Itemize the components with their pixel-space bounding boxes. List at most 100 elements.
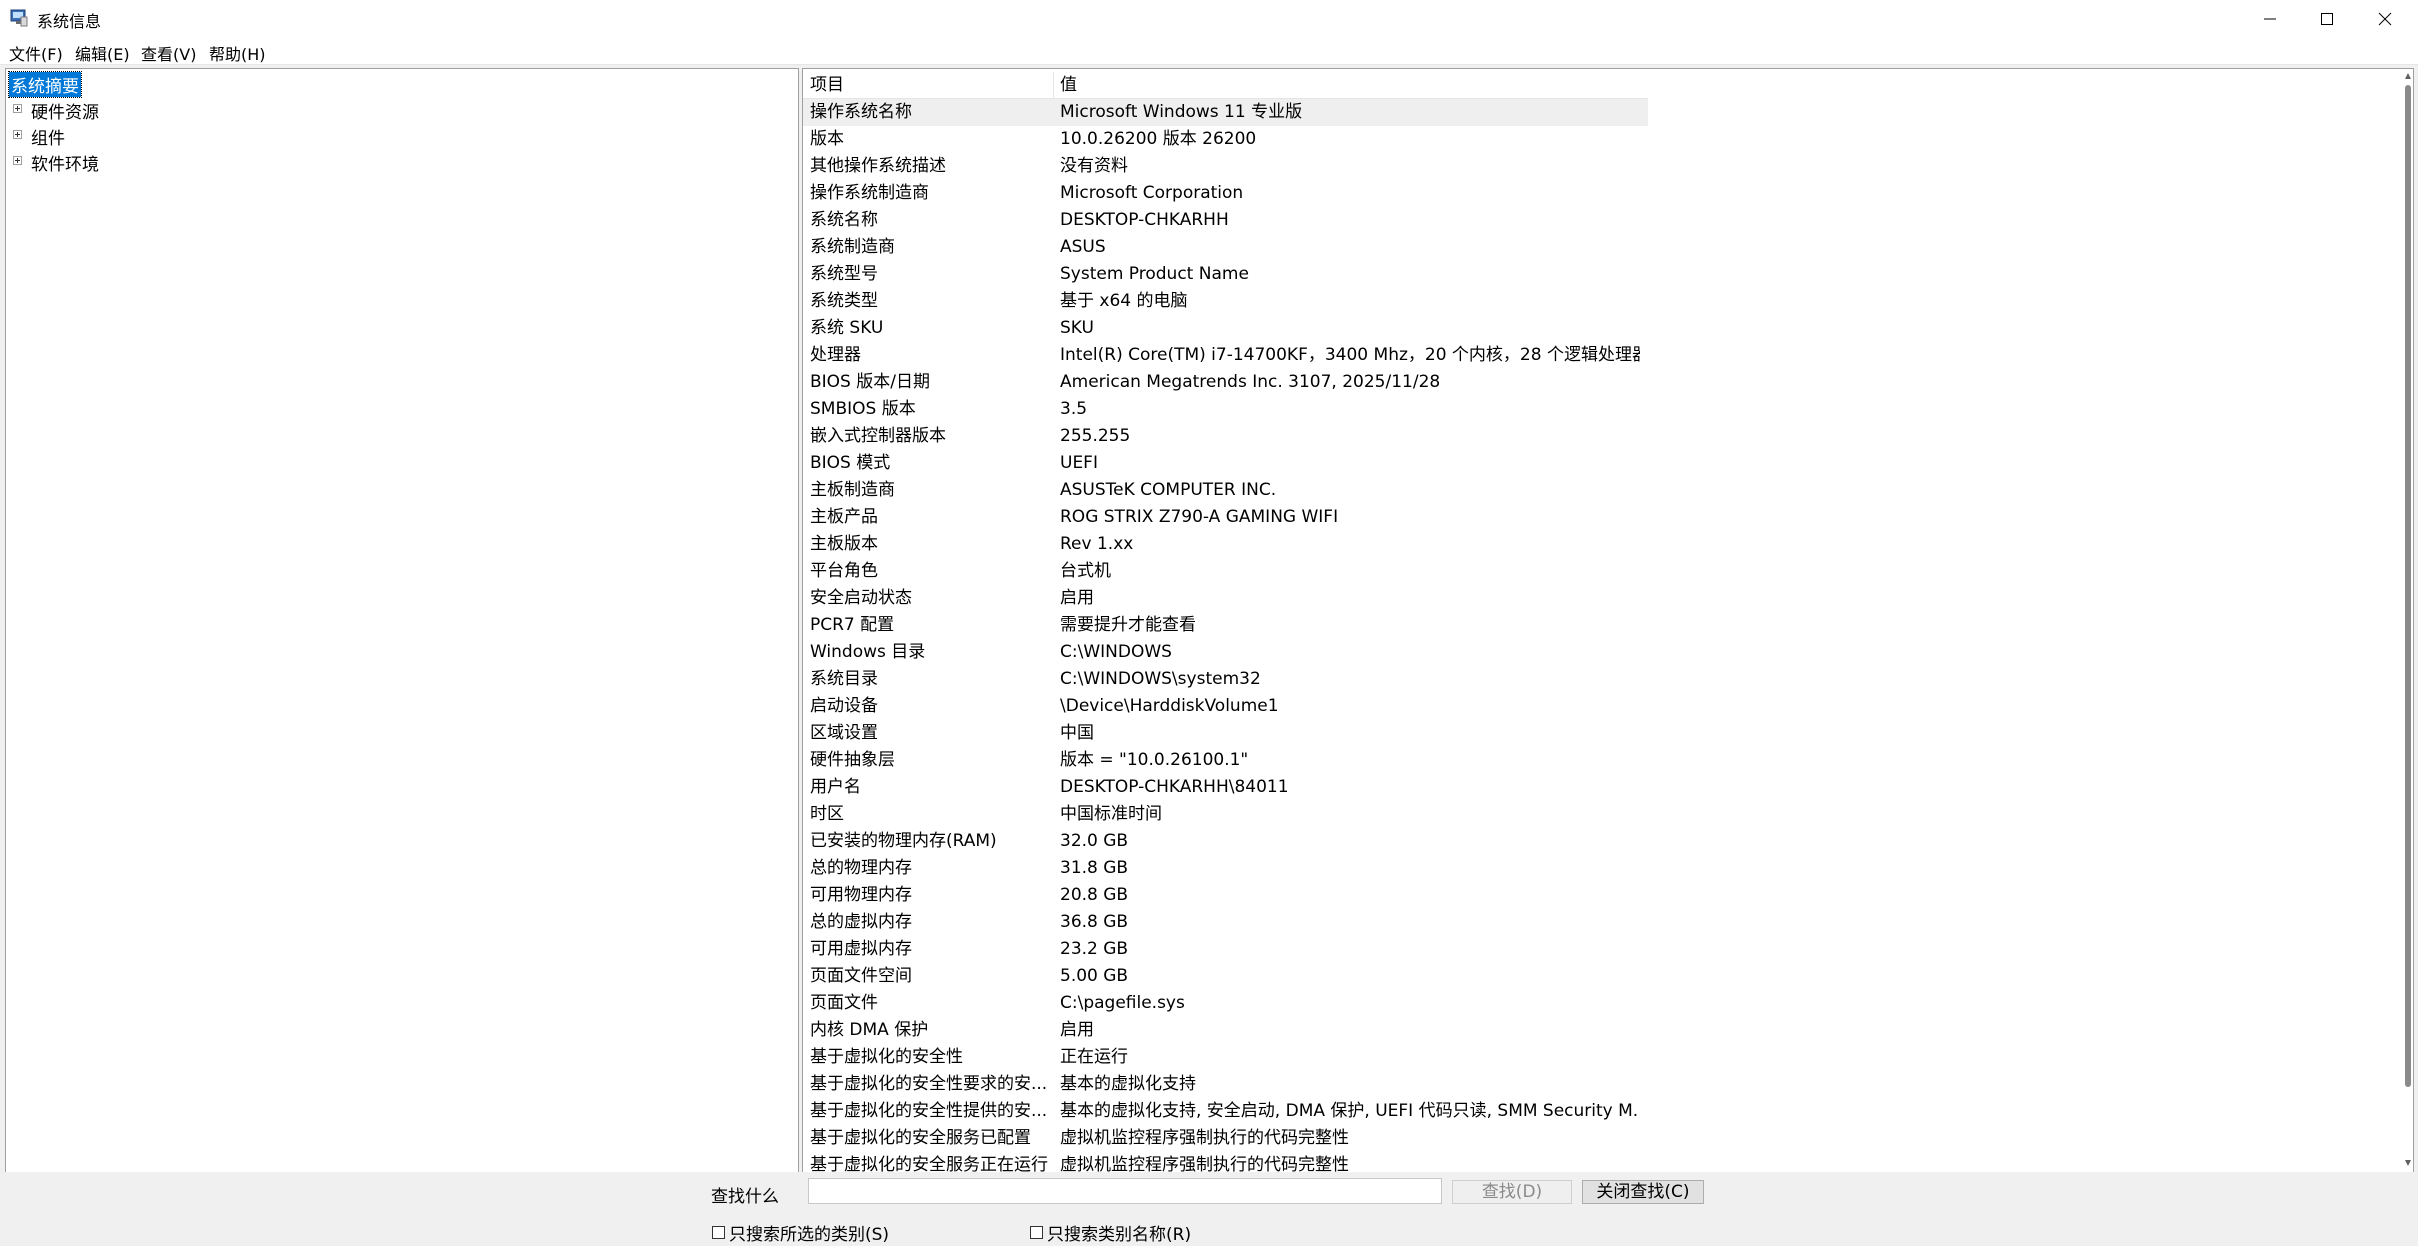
- row-item-cell: 基于虚拟化的安全性提供的安...: [810, 1101, 1048, 1121]
- table-row[interactable]: 已安装的物理内存(RAM) 32.0 GB: [803, 828, 1648, 855]
- find-bar: 查找什么 查找(D) 关闭查找(C) 只搜索所选的类别(S) 只搜索类别名称(R…: [0, 1172, 2418, 1246]
- row-value-cell: 正在运行: [1060, 1047, 1128, 1067]
- table-row[interactable]: 基于虚拟化的安全服务正在运行 虚拟机监控程序强制执行的代码完整性: [803, 1152, 1648, 1173]
- category-tree[interactable]: 系统摘要 硬件资源 组件 软件环境: [5, 68, 799, 1173]
- table-row[interactable]: 时区 中国标准时间: [803, 801, 1648, 828]
- row-item-cell: 页面文件空间: [810, 966, 912, 986]
- table-row[interactable]: 操作系统名称 Microsoft Windows 11 专业版: [803, 99, 1648, 126]
- row-value-cell: 3.5: [1060, 399, 1088, 419]
- table-row[interactable]: Windows 目录 C:\WINDOWS: [803, 639, 1648, 666]
- column-divider[interactable]: [1053, 72, 1054, 98]
- table-row[interactable]: 主板制造商 ASUSTeK COMPUTER INC.: [803, 477, 1648, 504]
- table-row[interactable]: 总的物理内存 31.8 GB: [803, 855, 1648, 882]
- table-row[interactable]: 总的虚拟内存 36.8 GB: [803, 909, 1648, 936]
- row-item-cell: 嵌入式控制器版本: [810, 426, 946, 446]
- tree-node-software-environment[interactable]: 软件环境: [6, 149, 796, 175]
- table-row[interactable]: 页面文件空间 5.00 GB: [803, 963, 1648, 990]
- column-header-item[interactable]: 项目: [810, 72, 844, 98]
- menu-edit[interactable]: 编辑(E): [75, 41, 130, 65]
- minimize-button[interactable]: [2242, 0, 2298, 38]
- row-item-cell: SMBIOS 版本: [810, 399, 916, 419]
- table-row[interactable]: 其他操作系统描述 没有资料: [803, 153, 1648, 180]
- table-row[interactable]: BIOS 版本/日期 American Megatrends Inc. 3107,…: [803, 369, 1648, 396]
- table-row[interactable]: 基于虚拟化的安全性要求的安... 基本的虚拟化支持: [803, 1071, 1648, 1098]
- row-value-cell: C:\WINDOWS\system32: [1060, 669, 1261, 689]
- table-row[interactable]: 系统制造商 ASUS: [803, 234, 1648, 261]
- search-category-names-checkbox[interactable]: [1030, 1226, 1043, 1239]
- table-row[interactable]: 主板产品 ROG STRIX Z790-A GAMING WIFI: [803, 504, 1648, 531]
- expand-plus-icon[interactable]: [13, 130, 22, 139]
- row-value-cell: 32.0 GB: [1060, 831, 1129, 851]
- table-row[interactable]: 主板版本 Rev 1.xx: [803, 531, 1648, 558]
- table-row[interactable]: 系统名称 DESKTOP-CHKARHH: [803, 207, 1648, 234]
- table-row[interactable]: 内核 DMA 保护 启用: [803, 1017, 1648, 1044]
- menu-help[interactable]: 帮助(H): [209, 41, 266, 65]
- table-row[interactable]: 操作系统制造商 Microsoft Corporation: [803, 180, 1648, 207]
- row-value-cell: 台式机: [1060, 561, 1111, 581]
- system-info-app-icon: [10, 9, 28, 27]
- row-value-cell: Intel(R) Core(TM) i7-14700KF，3400 Mhz，20…: [1060, 345, 1640, 365]
- table-row[interactable]: 系统类型 基于 x64 的电脑: [803, 288, 1648, 315]
- row-item-cell: 基于虚拟化的安全性要求的安...: [810, 1074, 1048, 1094]
- table-row[interactable]: 系统 SKU SKU: [803, 315, 1648, 342]
- row-item-cell: 已安装的物理内存(RAM): [810, 831, 997, 851]
- row-value-cell: ASUS: [1060, 237, 1106, 257]
- table-row[interactable]: 系统型号 System Product Name: [803, 261, 1648, 288]
- table-row[interactable]: PCR7 配置 需要提升才能查看: [803, 612, 1648, 639]
- menu-file[interactable]: 文件(F): [9, 41, 63, 65]
- search-selected-category-checkbox[interactable]: [712, 1226, 725, 1239]
- search-selected-category-label: 只搜索所选的类别(S): [729, 1225, 890, 1245]
- menu-bar: 文件(F) 编辑(E) 查看(V) 帮助(H): [0, 38, 2418, 65]
- search-category-names-option[interactable]: 只搜索类别名称(R): [1030, 1220, 1191, 1245]
- table-row[interactable]: SMBIOS 版本 3.5: [803, 396, 1648, 423]
- find-button[interactable]: 查找(D): [1452, 1180, 1572, 1204]
- row-value-cell: C:\WINDOWS: [1060, 642, 1172, 662]
- vertical-scrollbar-thumb[interactable]: [2405, 85, 2411, 1087]
- tree-node-hardware-resources[interactable]: 硬件资源: [6, 97, 796, 123]
- close-button[interactable]: [2357, 0, 2413, 38]
- scroll-up-arrow-icon[interactable]: [2404, 71, 2412, 81]
- row-item-cell: 主板产品: [810, 507, 878, 527]
- tree-node-label: 软件环境: [31, 154, 99, 175]
- table-row[interactable]: 处理器 Intel(R) Core(TM) i7-14700KF，3400 Mhz…: [803, 342, 1648, 369]
- table-row[interactable]: BIOS 模式 UEFI: [803, 450, 1648, 477]
- table-row[interactable]: 系统目录 C:\WINDOWS\system32: [803, 666, 1648, 693]
- table-row[interactable]: 页面文件 C:\pagefile.sys: [803, 990, 1648, 1017]
- find-what-label: 查找什么: [711, 1187, 779, 1207]
- maximize-button[interactable]: [2299, 0, 2355, 38]
- table-row[interactable]: 区域设置 中国: [803, 720, 1648, 747]
- menu-view[interactable]: 查看(V): [141, 41, 196, 65]
- row-item-cell: 系统目录: [810, 669, 878, 689]
- tree-node-label: 系统摘要: [8, 70, 82, 98]
- tree-node-system-summary[interactable]: 系统摘要: [6, 70, 796, 98]
- row-item-cell: 启动设备: [810, 696, 878, 716]
- expand-plus-icon[interactable]: [13, 104, 22, 113]
- find-what-input[interactable]: [808, 1178, 1442, 1204]
- details-list[interactable]: 项目 值 操作系统名称 Microsoft Windows 11 专业版 版本 10.…: [802, 68, 2414, 1173]
- scroll-down-arrow-icon[interactable]: [2404, 1158, 2412, 1168]
- row-value-cell: 需要提升才能查看: [1060, 615, 1196, 635]
- row-value-cell: 虚拟机监控程序强制执行的代码完整性: [1060, 1128, 1349, 1148]
- table-row[interactable]: 可用物理内存 20.8 GB: [803, 882, 1648, 909]
- row-value-cell: 虚拟机监控程序强制执行的代码完整性: [1060, 1155, 1349, 1173]
- table-row[interactable]: 硬件抽象层 版本 = "10.0.26100.1": [803, 747, 1648, 774]
- table-row[interactable]: 可用虚拟内存 23.2 GB: [803, 936, 1648, 963]
- table-row[interactable]: 安全启动状态 启用: [803, 585, 1648, 612]
- table-row[interactable]: 基于虚拟化的安全性提供的安... 基本的虚拟化支持, 安全启动, DMA 保护, …: [803, 1098, 1648, 1125]
- tree-node-components[interactable]: 组件: [6, 123, 796, 149]
- table-row[interactable]: 版本 10.0.26200 版本 26200: [803, 126, 1648, 153]
- row-value-cell: 10.0.26200 版本 26200: [1060, 129, 1257, 149]
- row-value-cell: 23.2 GB: [1060, 939, 1129, 959]
- table-row[interactable]: 用户名 DESKTOP-CHKARHH\84011: [803, 774, 1648, 801]
- row-item-cell: 系统 SKU: [810, 318, 884, 338]
- table-row[interactable]: 启动设备 \Device\HarddiskVolume1: [803, 693, 1648, 720]
- table-row[interactable]: 基于虚拟化的安全服务已配置 虚拟机监控程序强制执行的代码完整性: [803, 1125, 1648, 1152]
- table-row[interactable]: 平台角色 台式机: [803, 558, 1648, 585]
- search-selected-category-option[interactable]: 只搜索所选的类别(S): [712, 1220, 889, 1245]
- row-item-cell: 安全启动状态: [810, 588, 912, 608]
- expand-plus-icon[interactable]: [13, 156, 22, 165]
- close-find-button[interactable]: 关闭查找(C): [1582, 1180, 1704, 1204]
- table-row[interactable]: 嵌入式控制器版本 255.255: [803, 423, 1648, 450]
- table-row[interactable]: 基于虚拟化的安全性 正在运行: [803, 1044, 1648, 1071]
- column-header-value[interactable]: 值: [1060, 72, 1077, 98]
